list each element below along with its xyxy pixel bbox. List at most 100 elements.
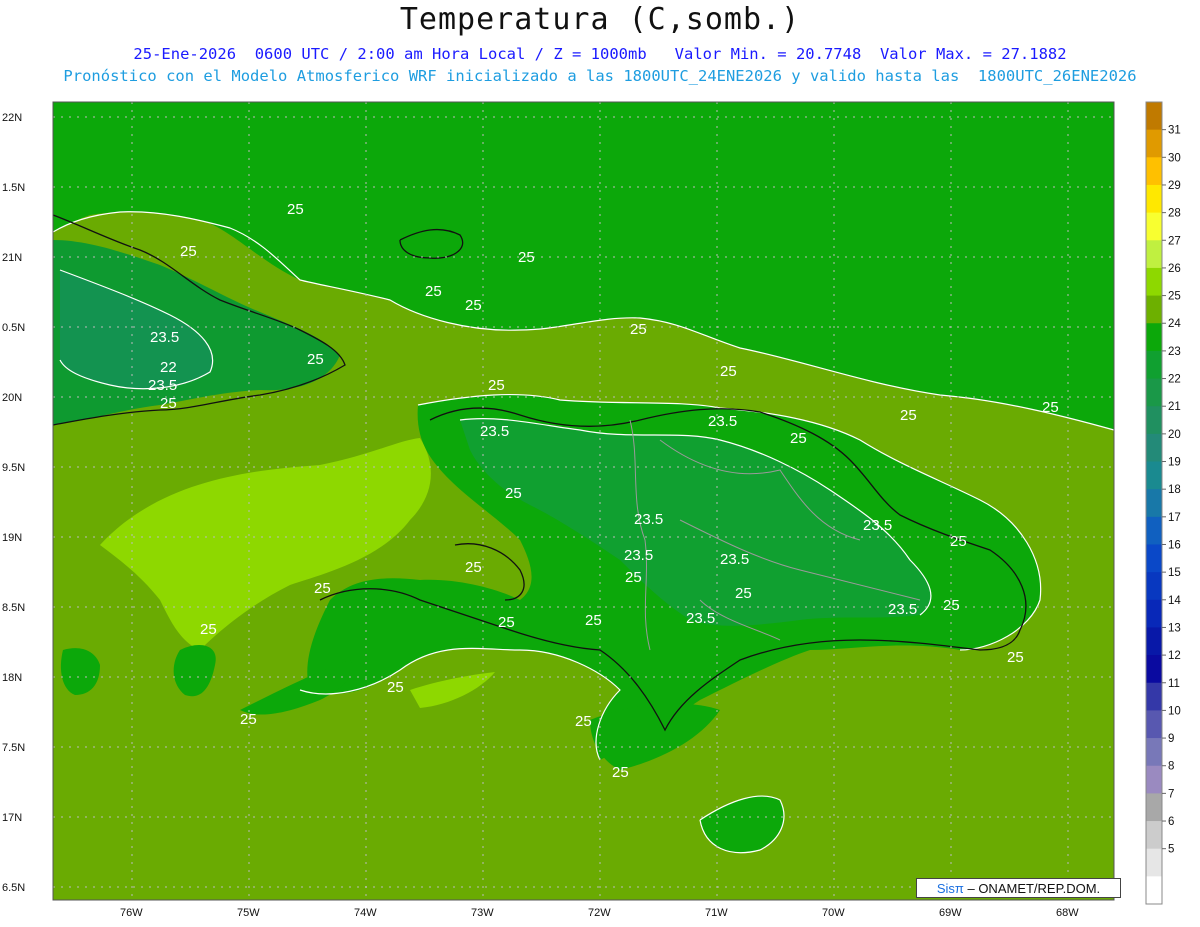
- contour-label: 25: [505, 485, 522, 502]
- colorbar-label: 10: [1168, 705, 1181, 717]
- colorbar-swatch: [1146, 876, 1162, 905]
- colorbar-swatch: [1146, 544, 1162, 573]
- colorbar-label: 9: [1168, 733, 1174, 745]
- contour-label: 25: [425, 283, 442, 300]
- colorbar-label: 28: [1168, 208, 1181, 220]
- contour-label: 25: [240, 711, 257, 728]
- colorbar-swatch: [1146, 710, 1162, 739]
- colorbar-label: 31: [1168, 125, 1181, 137]
- colorbar-swatch: [1146, 682, 1162, 711]
- contour-label: 25: [307, 351, 324, 368]
- colorbar-swatch: [1146, 433, 1162, 463]
- lat-label: 8.5N: [2, 602, 25, 614]
- colorbar-label: 23: [1168, 346, 1181, 358]
- contour-label: 25: [790, 430, 807, 447]
- contour-label: 23.5: [148, 377, 177, 394]
- contour-label: 23.5: [150, 329, 179, 346]
- colorbar-label: 22: [1168, 374, 1181, 386]
- lon-label: 76W: [120, 907, 143, 919]
- colorbar-label: 29: [1168, 180, 1181, 192]
- contour-label: 25: [287, 201, 304, 218]
- colorbar-swatch: [1146, 489, 1162, 518]
- colorbar-swatch: [1146, 572, 1162, 601]
- colorbar-label: 20: [1168, 429, 1181, 441]
- colorbar-label: 12: [1168, 650, 1181, 662]
- colorbar-swatch: [1146, 378, 1162, 407]
- contour-label: 23.5: [708, 413, 737, 430]
- contour-label: 25: [735, 585, 752, 602]
- contour-label: 23.5: [888, 601, 917, 618]
- contour-label: 25: [314, 580, 331, 597]
- credit-text: – ONAMET/REP.DOM.: [963, 881, 1101, 896]
- contour-label: 25: [575, 713, 592, 730]
- lat-label: 18N: [2, 672, 22, 684]
- colorbar-swatch: [1146, 129, 1162, 158]
- lon-label: 75W: [237, 907, 260, 919]
- colorbar-swatch: [1146, 295, 1162, 324]
- contour-label: 25: [465, 297, 482, 314]
- contour-label: 23.5: [634, 511, 663, 528]
- colorbar-swatch: [1146, 655, 1162, 684]
- colorbar-swatch: [1146, 765, 1162, 794]
- colorbar-label: 19: [1168, 457, 1181, 469]
- contour-label: 25: [1042, 399, 1059, 416]
- colorbar-label: 7: [1168, 788, 1174, 800]
- contour-label: 25: [387, 679, 404, 696]
- colorbar-swatch: [1146, 516, 1162, 545]
- contour-label: 25: [498, 614, 515, 631]
- colorbar-label: 13: [1168, 622, 1181, 634]
- contour-label: 23.5: [480, 423, 509, 440]
- contour-label: 22: [160, 359, 177, 376]
- colorbar-swatch: [1146, 267, 1162, 297]
- lat-label: 0.5N: [2, 322, 25, 334]
- colorbar-swatch: [1146, 599, 1162, 628]
- contour-label: 25: [720, 363, 737, 380]
- contour-label: 23.5: [686, 610, 715, 627]
- lon-label: 72W: [588, 907, 611, 919]
- colorbar-swatch: [1146, 212, 1162, 241]
- colorbar: 31 30 29 28 27 26 25 24 23 22 21 20 19 18 17 16 15 14 13 12…: [1145, 101, 1181, 905]
- lon-label: 74W: [354, 907, 377, 919]
- colorbar-swatch: [1146, 102, 1162, 131]
- colorbar-swatch: [1146, 821, 1162, 850]
- contour-label: 25: [180, 243, 197, 260]
- contour-label: 25: [160, 395, 177, 412]
- colorbar-label: 26: [1168, 263, 1181, 275]
- contour-label: 25: [612, 764, 629, 781]
- colorbar-label: 11: [1168, 678, 1180, 690]
- credit-brand: Sisπ: [936, 881, 964, 896]
- contour-label: 25: [950, 533, 967, 550]
- contour-label: 25: [943, 597, 960, 614]
- contour-label: 25: [465, 559, 482, 576]
- colorbar-label: 24: [1168, 318, 1181, 330]
- colorbar-label: 27: [1168, 235, 1181, 247]
- contour-label: 25: [625, 569, 642, 586]
- colorbar-swatch: [1146, 240, 1162, 269]
- lat-label: 9.5N: [2, 462, 25, 474]
- colorbar-swatch: [1146, 627, 1162, 656]
- colorbar-label: 5: [1168, 844, 1174, 856]
- contour-label: 25: [200, 621, 217, 638]
- lon-label: 71W: [705, 907, 728, 919]
- lat-label: 1.5N: [2, 182, 25, 194]
- lat-label: 19N: [2, 532, 22, 544]
- lat-label: 7.5N: [2, 742, 25, 754]
- colorbar-swatch: [1146, 793, 1162, 822]
- colorbar-label: 6: [1168, 816, 1174, 828]
- colorbar-swatch: [1146, 461, 1162, 490]
- temperature-map: 22N 1.5N 21N 0.5N 20N 9.5N 19N 8.5N 18N …: [2, 101, 1181, 919]
- longitude-axis: 76W 75W 74W 73W 72W 71W 70W 69W 68W: [120, 907, 1079, 919]
- colorbar-label: 8: [1168, 761, 1174, 773]
- colorbar-label: 14: [1168, 595, 1181, 607]
- lat-label: 21N: [2, 252, 22, 264]
- lat-label: 6.5N: [2, 882, 25, 894]
- colorbar-label: 15: [1168, 567, 1181, 579]
- latitude-axis: 22N 1.5N 21N 0.5N 20N 9.5N 19N 8.5N 18N …: [2, 112, 25, 894]
- colorbar-swatch: [1146, 157, 1162, 186]
- colorbar-label: 30: [1168, 152, 1181, 164]
- lon-label: 68W: [1056, 907, 1079, 919]
- contour-label: 25: [518, 249, 535, 266]
- colorbar-label: 21: [1168, 401, 1181, 413]
- lon-label: 73W: [471, 907, 494, 919]
- colorbar-swatch: [1146, 323, 1162, 352]
